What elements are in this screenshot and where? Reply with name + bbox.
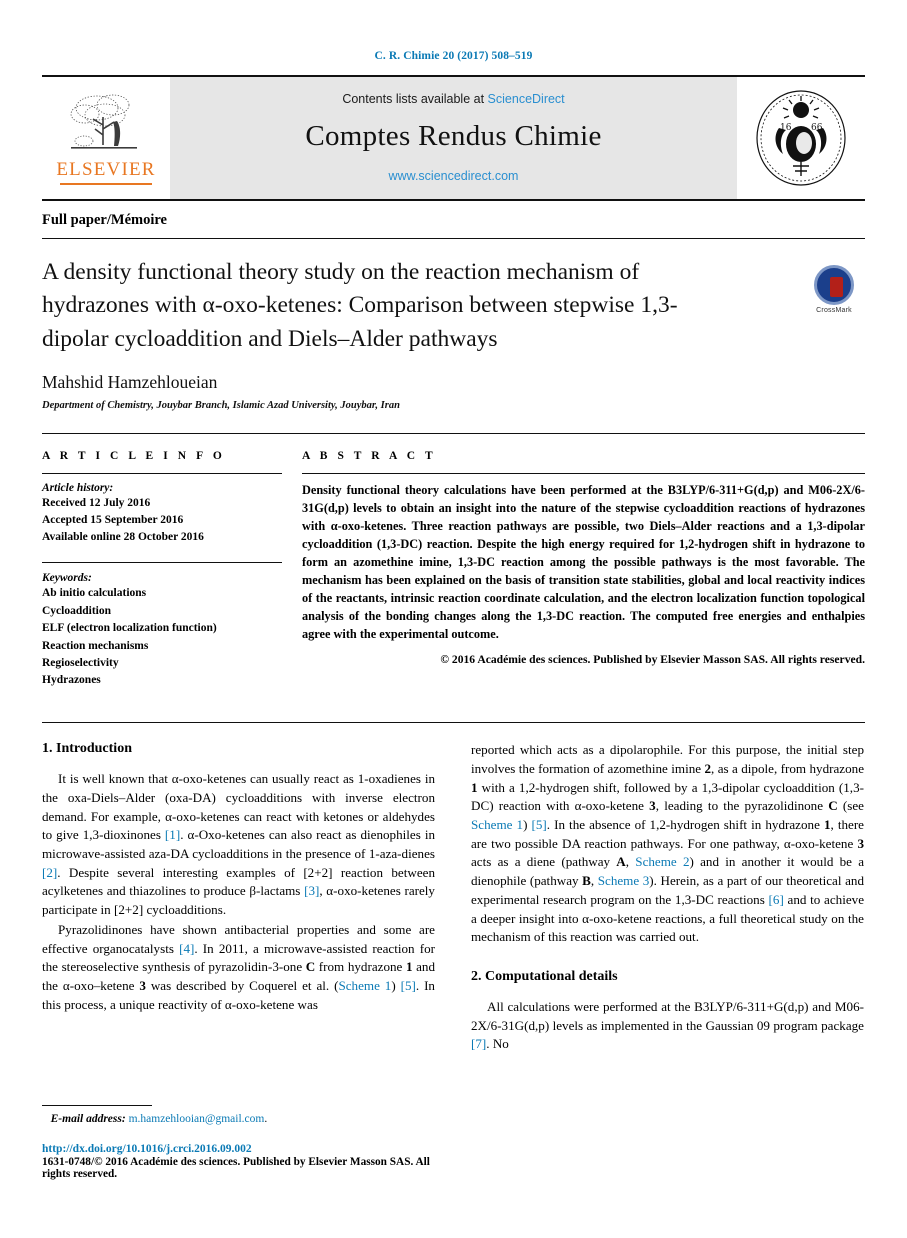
text-run: (see — [837, 798, 864, 814]
keywords-label: Keywords: — [42, 572, 92, 585]
paragraph-intro-1: It is well known that α-oxo-ketenes can … — [42, 770, 435, 920]
paragraph-right-1: reported which acts as a dipolarophile. … — [471, 741, 864, 947]
title-block: A density functional theory study on the… — [42, 239, 865, 411]
contents-prefix-text: Contents lists available at — [342, 91, 485, 106]
citation-link-7[interactable]: [7] — [471, 1036, 486, 1051]
text-run: was described by Coquerel et al. ( — [145, 977, 339, 993]
body-column-left: 1. Introduction It is well known that α-… — [42, 741, 435, 1055]
author-name: Mahshid Hamzehloueian — [42, 372, 218, 393]
author-affiliation: Department of Chemistry, Jouybar Branch,… — [42, 400, 400, 412]
elsevier-logo: ELSEVIER — [42, 77, 170, 199]
article-type-label: Full paper/Mémoire — [42, 201, 865, 239]
section-heading-computational-details: 2. Computational details — [471, 968, 618, 984]
citation-link-5[interactable]: [5] — [531, 817, 546, 832]
corresponding-email-line: E-mail address: m.hamzehlooian@gmail.com… — [42, 1113, 435, 1125]
article-info-divider — [42, 473, 282, 475]
text-run: . No — [486, 1036, 509, 1052]
abstract-text: Density functional theory calculations h… — [302, 483, 865, 641]
contents-available-line: Contents lists available at ScienceDirec… — [342, 92, 564, 106]
elsevier-wordmark: ELSEVIER — [56, 158, 156, 180]
paragraph-computational-1: All calculations were performed at the B… — [471, 998, 864, 1054]
keyword-item: Reaction mechanisms — [42, 639, 149, 652]
article-history-label: Article history: — [42, 482, 114, 495]
crossmark-icon — [814, 265, 854, 305]
journal-masthead: ELSEVIER Contents lists available at Sci… — [42, 75, 865, 201]
scheme-link-1[interactable]: Scheme 1 — [471, 817, 523, 832]
compound-label-3: 3 — [857, 835, 864, 851]
text-run: from hydrazone — [315, 959, 406, 975]
sciencedirect-link[interactable]: ScienceDirect — [488, 92, 565, 106]
article-history-accepted: Accepted 15 September 2016 — [42, 514, 184, 527]
pathway-label-A: A — [616, 854, 626, 870]
section-heading-introduction: 1. Introduction — [42, 741, 132, 757]
citation-link-6[interactable]: [6] — [769, 892, 784, 907]
scheme-link-3[interactable]: Scheme 3 — [598, 873, 650, 888]
email-label: E-mail address: — [50, 1113, 126, 1125]
text-run: All calculations were performed at the B… — [471, 998, 864, 1033]
keyword-item: Regioselectivity — [42, 657, 119, 669]
article-info-column: A R T I C L E I N F O Article history: R… — [42, 450, 294, 700]
text-run: , leading to the pyrazolidinone — [655, 798, 829, 814]
text-run: ) — [391, 977, 401, 993]
page-title: A density functional theory study on the… — [42, 259, 678, 352]
text-run: , — [625, 854, 636, 870]
keyword-item: Hydrazones — [42, 674, 101, 687]
paragraph-intro-2: Pyrazolidinones have shown antibacterial… — [42, 921, 435, 1015]
article-info-heading: A R T I C L E I N F O — [42, 450, 226, 463]
abstract-copyright: © 2016 Académie des sciences. Published … — [440, 652, 865, 666]
compound-label-C: C — [828, 798, 838, 814]
citation-link-5[interactable]: [5] — [401, 978, 416, 993]
keyword-item: ELF (electron localization function) — [42, 622, 217, 635]
article-page: C. R. Chimie 20 (2017) 508–519 ELSEVIER — [0, 0, 907, 1238]
article-history-online: Available online 28 October 2016 — [42, 531, 204, 544]
scheme-link-1[interactable]: Scheme 1 — [338, 978, 391, 993]
text-run: acts as a diene (pathway — [471, 854, 617, 870]
scheme-link-2[interactable]: Scheme 2 — [635, 854, 689, 869]
elsevier-tree-icon — [70, 94, 137, 149]
footnote-divider — [42, 1105, 152, 1106]
compound-label-C: C — [305, 959, 316, 975]
journal-running-head: C. R. Chimie 20 (2017) 508–519 — [374, 50, 533, 62]
article-info-abstract-panel: A R T I C L E I N F O Article history: R… — [42, 433, 865, 700]
text-run: . In the absence of 1,2-hydrogen shift i… — [546, 816, 824, 832]
elsevier-underline — [60, 182, 152, 186]
keyword-item: Cycloaddition — [42, 604, 112, 617]
citation-link-3[interactable]: [3] — [304, 883, 319, 898]
academie-des-sciences-seal-icon: 16 66 — [756, 90, 846, 186]
body-column-right: reported which acts as a dipolarophile. … — [471, 741, 864, 1055]
crossmark-badge[interactable]: CrossMark — [803, 265, 865, 314]
citation-link-2[interactable]: [2] — [42, 865, 57, 880]
keywords-divider — [42, 562, 282, 564]
text-run: , as a dipole, from hydrazone — [711, 760, 865, 776]
citation-link-4[interactable]: [4] — [179, 941, 194, 956]
abstract-column: A B S T R A C T Density functional theor… — [294, 450, 865, 700]
journal-title-block: Contents lists available at ScienceDirec… — [170, 77, 737, 199]
journal-url-link[interactable]: www.sciencedirect.com — [389, 169, 519, 183]
doi-link[interactable]: http://dx.doi.org/10.1016/j.crci.2016.09… — [42, 1143, 435, 1155]
article-body: 1. Introduction It is well known that α-… — [42, 741, 865, 1055]
email-period: . — [264, 1113, 268, 1125]
abstract-divider — [302, 473, 865, 475]
crossmark-label: CrossMark — [816, 307, 852, 314]
citation-link-1[interactable]: [1] — [165, 827, 180, 842]
email-link[interactable]: m.hamzehlooian@gmail.com — [129, 1113, 265, 1125]
abstract-heading: A B S T R A C T — [302, 450, 437, 463]
text-run: , — [590, 873, 598, 889]
keyword-item: Ab initio calculations — [42, 587, 147, 600]
article-history-received: Received 12 July 2016 — [42, 497, 151, 510]
page-footer: E-mail address: m.hamzehlooian@gmail.com… — [42, 1105, 435, 1180]
issn-copyright-line: 1631-0748/© 2016 Académie des sciences. … — [42, 1156, 430, 1180]
body-top-divider — [42, 722, 865, 724]
pathway-label-B: B — [582, 873, 591, 889]
academie-seal: 16 66 — [737, 77, 865, 199]
journal-name: Comptes Rendus Chimie — [305, 119, 602, 152]
